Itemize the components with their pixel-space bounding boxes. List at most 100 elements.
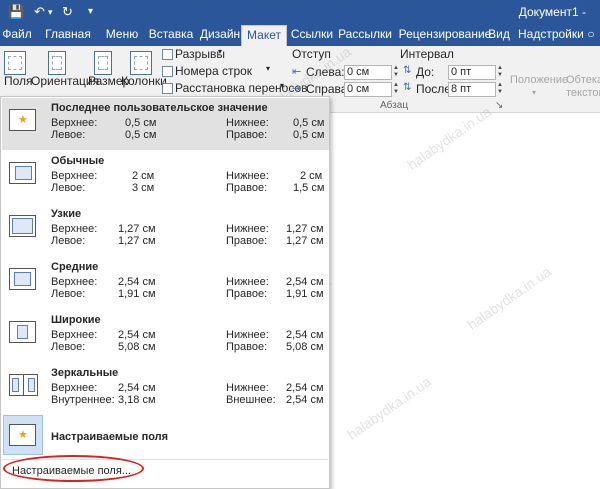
margin-preset-icon bbox=[9, 268, 36, 290]
spacing-before-icon: ⇅ bbox=[403, 65, 412, 76]
preset-left-value: 1,91 см bbox=[118, 288, 156, 300]
preset-title: Средние bbox=[51, 261, 99, 273]
preset-right-value: 1,5 см bbox=[293, 182, 325, 194]
line-numbers-dropdown-icon[interactable]: ▾ bbox=[266, 64, 270, 73]
tab-references[interactable]: Ссылки bbox=[288, 25, 336, 46]
preset-left-value: 1,27 см bbox=[118, 235, 156, 247]
highlight-annotation bbox=[3, 455, 144, 482]
preset-left-value: 5,08 см bbox=[118, 341, 156, 353]
tab-mailings[interactable]: Рассылки bbox=[337, 25, 393, 46]
tab-design[interactable]: Дизайн bbox=[197, 25, 243, 46]
spacing-after-input[interactable]: 8 пт bbox=[448, 82, 496, 97]
indent-right-spinner[interactable]: ▲ ▼ bbox=[392, 82, 400, 97]
breaks-icon bbox=[162, 49, 173, 60]
spacing-before-spinner[interactable]: ▲ ▼ bbox=[496, 65, 504, 80]
margin-preset-icon bbox=[9, 215, 36, 237]
custom-margins-tile[interactable]: ★ bbox=[3, 415, 43, 455]
preset-top-value: 2,54 см bbox=[118, 382, 156, 394]
columns-icon[interactable] bbox=[130, 51, 152, 75]
preset-bottom-value: 2,54 см bbox=[286, 329, 324, 341]
preset-right-label: Правое: bbox=[226, 288, 268, 300]
margin-preset-last-custom[interactable]: ★ Последнее пользовательское значение Ве… bbox=[1, 97, 331, 150]
preset-right-label: Внешнее: bbox=[226, 394, 276, 406]
star-icon: ★ bbox=[18, 429, 28, 441]
preset-right-label: Правое: bbox=[226, 182, 268, 194]
spacing-before-input[interactable]: 0 пт bbox=[448, 65, 496, 80]
margin-preset-moderate[interactable]: Средние Верхнее: 2,54 см Нижнее: 2,54 см… bbox=[1, 256, 331, 309]
custom-margins-title: Настраиваемые поля bbox=[51, 431, 169, 443]
preset-top-label: Верхнее: bbox=[51, 329, 98, 341]
preset-bottom-value: 2,54 см bbox=[286, 382, 324, 394]
undo-icon[interactable]: ↶ bbox=[34, 4, 45, 20]
preset-left-value: 0,5 см bbox=[125, 129, 157, 141]
margin-preset-wide[interactable]: Широкие Верхнее: 2,54 см Нижнее: 2,54 см… bbox=[1, 309, 331, 362]
preset-right-value: 5,08 см bbox=[286, 341, 324, 353]
lightbulb-icon[interactable]: ○ bbox=[584, 25, 598, 46]
preset-right-value: 1,27 см bbox=[286, 235, 324, 247]
preset-left-label: Левое: bbox=[51, 129, 86, 141]
preset-bottom-value: 2 см bbox=[300, 170, 323, 182]
indent-left-spinner[interactable]: ▲ ▼ bbox=[392, 65, 400, 80]
document-title: Документ1 - bbox=[518, 5, 586, 19]
position-button[interactable]: Положение bbox=[510, 74, 568, 86]
tab-menu[interactable]: Меню bbox=[100, 25, 144, 46]
margin-preset-icon-right bbox=[23, 374, 38, 396]
undo-dropdown-icon[interactable]: ▾ bbox=[48, 7, 53, 18]
preset-bottom-label: Нижнее: bbox=[226, 223, 269, 235]
preset-top-value: 2 см bbox=[132, 170, 155, 182]
tab-addins[interactable]: Надстройки bbox=[518, 25, 584, 46]
spacing-header: Интервал bbox=[400, 47, 454, 61]
margin-preset-icon-left bbox=[9, 374, 24, 396]
margins-button[interactable]: Поля bbox=[4, 74, 33, 88]
preset-right-value: 2,54 см bbox=[286, 394, 324, 406]
preset-right-label: Правое: bbox=[226, 235, 268, 247]
wrap-text-button[interactable]: Обтекание текстом bbox=[566, 74, 600, 100]
spacing-after-icon: ⇅ bbox=[403, 82, 412, 93]
preset-title: Узкие bbox=[51, 208, 82, 220]
preset-top-value: 1,27 см bbox=[118, 223, 156, 235]
preset-top-label: Верхнее: bbox=[51, 170, 98, 182]
indent-right-input[interactable]: 0 см bbox=[344, 82, 392, 97]
tab-review[interactable]: Рецензирование bbox=[395, 25, 495, 46]
margins-dropdown: ★ Последнее пользовательское значение Ве… bbox=[0, 96, 330, 489]
columns-button[interactable]: Колонки bbox=[121, 74, 167, 88]
tab-file[interactable]: Файл bbox=[0, 25, 34, 46]
preset-bottom-label: Нижнее: bbox=[226, 117, 269, 129]
tab-home[interactable]: Главная bbox=[40, 25, 96, 46]
preset-top-label: Верхнее: bbox=[51, 382, 98, 394]
size-icon[interactable] bbox=[94, 51, 112, 75]
indent-left-input[interactable]: 0 см bbox=[344, 65, 392, 80]
preset-title: Широкие bbox=[51, 314, 101, 326]
star-icon: ★ bbox=[18, 114, 28, 126]
preset-left-label: Левое: bbox=[51, 182, 86, 194]
preset-left-label: Левое: bbox=[51, 235, 86, 247]
redo-icon[interactable]: ↻ bbox=[62, 4, 73, 20]
margin-preset-normal[interactable]: Обычные Верхнее: 2 см Нижнее: 2 см Левое… bbox=[1, 150, 331, 203]
preset-bottom-value: 2,54 см bbox=[286, 276, 324, 288]
paragraph-dialog-launcher-icon[interactable]: ↘ bbox=[495, 100, 503, 111]
position-dropdown-icon[interactable]: ▾ bbox=[532, 88, 536, 97]
tab-view[interactable]: Вид bbox=[485, 25, 513, 46]
margin-preset-mirrored[interactable]: Зеркальные Верхнее: 2,54 см Нижнее: 2,54… bbox=[1, 362, 331, 415]
spacing-before-label: До: bbox=[416, 65, 435, 79]
line-numbers-button[interactable]: Номера строк bbox=[175, 64, 252, 78]
preset-bottom-label: Нижнее: bbox=[226, 170, 269, 182]
margins-icon[interactable] bbox=[4, 51, 26, 75]
paragraph-group-label: Абзац bbox=[380, 100, 409, 111]
tab-insert[interactable]: Вставка bbox=[145, 25, 197, 46]
tab-layout[interactable]: Макет bbox=[241, 25, 287, 46]
hyphenation-icon bbox=[162, 83, 173, 94]
margin-preset-narrow[interactable]: Узкие Верхнее: 1,27 см Нижнее: 1,27 см Л… bbox=[1, 203, 331, 256]
preset-top-label: Верхнее: bbox=[51, 117, 98, 129]
breaks-dropdown-icon[interactable]: ▾ bbox=[218, 47, 222, 56]
preset-title: Зеркальные bbox=[51, 367, 119, 379]
spacing-after-spinner[interactable]: ▲ ▼ bbox=[496, 82, 504, 97]
preset-top-value: 0,5 см bbox=[125, 117, 157, 129]
preset-left-label: Левое: bbox=[51, 288, 86, 300]
margin-preset-icon: ★ bbox=[9, 109, 36, 131]
margin-preset-icon bbox=[9, 321, 36, 343]
customize-toolbar-icon[interactable]: ▾ bbox=[88, 6, 93, 17]
preset-bottom-value: 0,5 см bbox=[293, 117, 325, 129]
save-icon[interactable]: 💾 bbox=[8, 4, 24, 20]
orientation-icon[interactable] bbox=[48, 51, 66, 75]
